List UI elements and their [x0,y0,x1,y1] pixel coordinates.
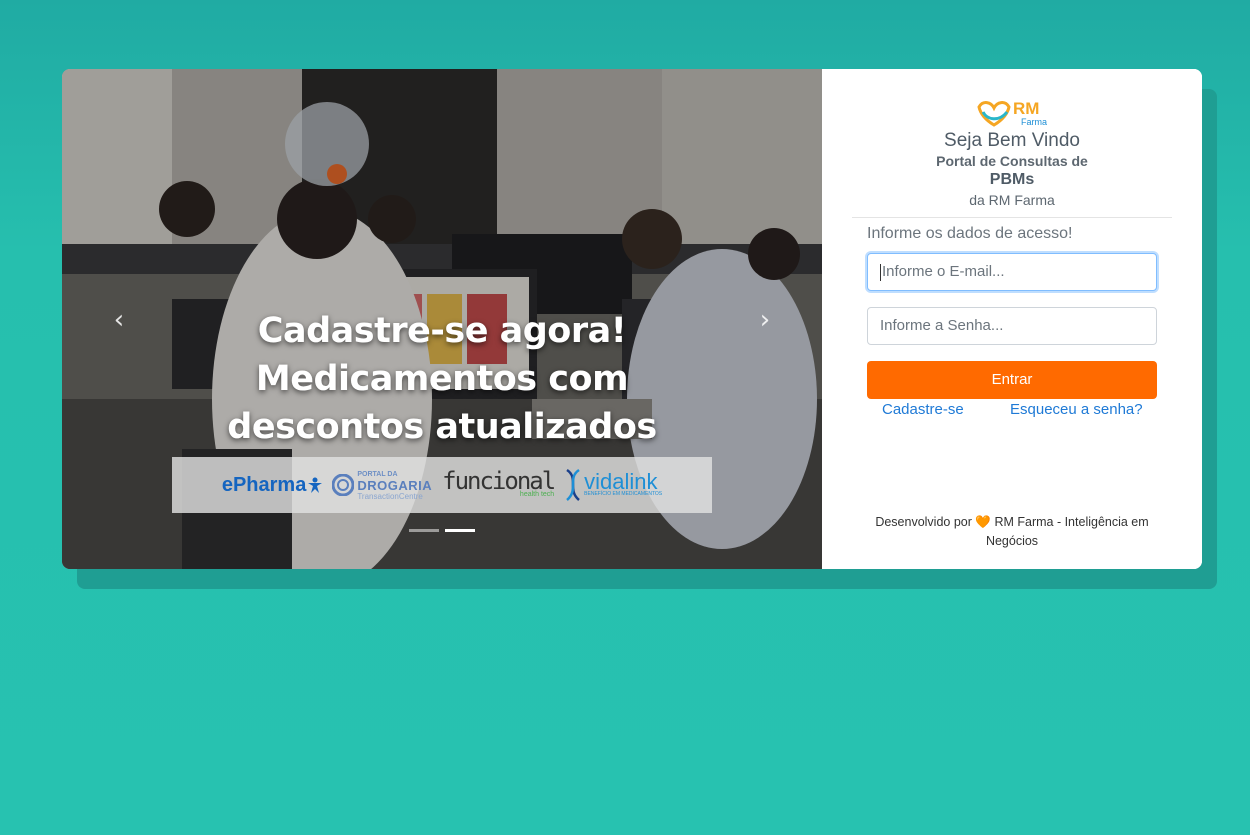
welcome-subtitle: Portal de Consultas de [936,153,1088,169]
signup-link[interactable]: Cadastre-se [882,401,964,418]
svg-text:Farma: Farma [1021,117,1047,127]
forgot-password-link[interactable]: Esqueceu a senha? [1010,401,1143,418]
email-input[interactable]: Informe o E-mail... [867,253,1157,291]
email-placeholder: Informe o E-mail... [882,263,1005,280]
carousel-indicators [409,529,475,532]
funcional-logo: funcional health tech [442,467,556,498]
password-input[interactable]: Informe a Senha... [867,307,1157,345]
caption-line-3: descontos atualizados [227,407,657,447]
carousel-next-button[interactable]: › [750,305,780,335]
svg-text:RM: RM [1013,99,1039,118]
carousel-prev-button[interactable]: ‹ [104,305,134,335]
login-button[interactable]: Entrar [867,361,1157,399]
promo-carousel: Cadastre-se agora! Medicamentos com desc… [62,69,822,569]
login-panel: RM Farma Seja Bem Vindo Portal de Consul… [822,69,1202,569]
portal-drogaria-logo: PORTAL DA DROGARIA TransactionCentre [332,470,432,501]
heart-icon: 🧡 [975,515,991,529]
caption-line-2: Medicamentos com [255,359,629,399]
welcome-block: Seja Bem Vindo Portal de Consultas de PB… [822,130,1202,210]
vidalink-logo: vidalink BENEFÍCIO EM MEDICAMENTOS [564,468,662,502]
footer-company: RM Farma - Inteligência em [994,515,1149,529]
divider [852,217,1172,218]
carousel-indicator-1[interactable] [409,529,439,532]
welcome-title: Seja Bem Vindo [944,130,1080,151]
footer-company-2: Negócios [985,534,1039,548]
epharma-figure-icon [308,477,323,493]
welcome-company: da RM Farma [969,192,1055,208]
partner-logos-strip: ePharma PORTAL DA DROGARIA TransactionCe… [172,457,712,513]
caption-line-1: Cadastre-se agora! [257,311,627,351]
drogaria-swirl-icon [332,474,355,496]
footer-credits: Desenvolvido por 🧡 RM Farma - Inteligênc… [852,513,1172,551]
carousel-caption: Cadastre-se agora! Medicamentos com desc… [62,307,822,451]
footer-prefix: Desenvolvido por [875,515,972,529]
login-card: Cadastre-se agora! Medicamentos com desc… [62,69,1202,569]
epharma-logo: ePharma [222,474,323,497]
chevron-left-icon: ‹ [113,305,125,335]
vidalink-helix-icon [566,468,581,501]
text-caret [880,263,881,281]
carousel-indicator-2[interactable] [445,529,475,532]
welcome-pbms: PBMs [989,171,1035,188]
password-placeholder: Informe a Senha... [880,317,1004,334]
rm-farma-logo: RM Farma [977,99,1047,127]
access-prompt: Informe os dados de acesso! [867,225,1073,242]
chevron-right-icon: › [759,305,771,335]
